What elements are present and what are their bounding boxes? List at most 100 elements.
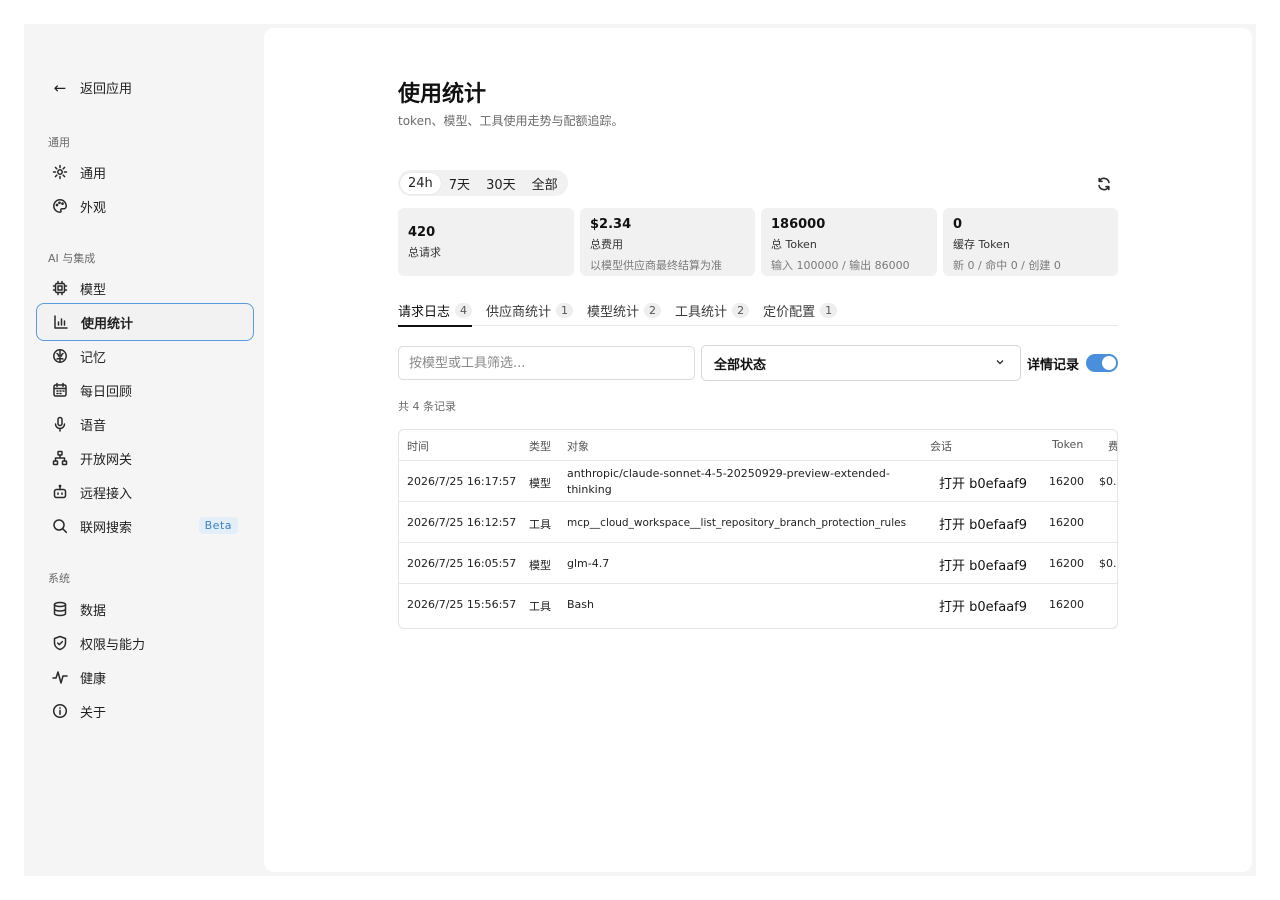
- table-row[interactable]: 2026/7/25 16:05:57 模型 glm-4.7 打开 b0efaaf…: [399, 542, 1117, 583]
- range-tab-24h[interactable]: 24h: [400, 172, 441, 194]
- sidebar-item-memory[interactable]: 记忆: [36, 339, 254, 373]
- request-log-table: 时间 类型 对象 会话 Token 费 2026/7/25 16:17:57 模…: [398, 429, 1118, 629]
- tab-count: 4: [455, 302, 473, 318]
- stat-sub: 以模型供应商最终结算为准: [590, 259, 722, 272]
- status-select[interactable]: 全部状态: [701, 345, 1021, 381]
- sidebar-item-label: 数据: [80, 603, 107, 619]
- sidebar-item-label: 关于: [80, 705, 107, 721]
- range-tab-7d[interactable]: 7天: [441, 171, 478, 196]
- microphone-icon: [52, 416, 68, 432]
- tab-count: 2: [644, 302, 662, 318]
- table-header: 时间 类型 对象 会话 Token 费: [399, 430, 1117, 460]
- info-icon: [52, 703, 68, 719]
- sidebar-item-usage-stats[interactable]: 使用统计: [36, 303, 254, 341]
- session-link[interactable]: 打开 b0efaaf9: [939, 473, 1027, 492]
- col-type: 类型: [529, 440, 551, 453]
- session-link[interactable]: 打开 b0efaaf9: [939, 555, 1027, 574]
- cell-type: 工具: [529, 600, 551, 613]
- cell-token: 16200: [1049, 598, 1084, 611]
- tab-count: 1: [556, 302, 574, 318]
- sidebar-item-data[interactable]: 数据: [36, 592, 254, 626]
- sidebar-item-daily-review[interactable]: 每日回顾: [36, 373, 254, 407]
- sidebar-item-gateway[interactable]: 开放网关: [36, 441, 254, 475]
- tab-label: 工具统计: [675, 304, 728, 320]
- tab-model-stats[interactable]: 模型统计 2: [587, 294, 662, 326]
- time-range-tabs: 24h 7天 30天 全部: [398, 170, 568, 196]
- range-tab-30d[interactable]: 30天: [478, 171, 524, 196]
- stat-total-token: 186000 总 Token 输入 100000 / 输出 86000: [761, 208, 937, 276]
- main-panel: 使用统计 token、模型、工具使用走势与配额追踪。 24h 7天 30天 全部…: [264, 28, 1252, 872]
- back-to-app-button[interactable]: ← 返回应用: [52, 78, 133, 98]
- app-frame: ← 返回应用 通用 通用 外观 AI 与集成 模型 使用统计 记忆 每日回顾 语…: [24, 24, 1256, 876]
- refresh-icon[interactable]: [1096, 176, 1112, 192]
- sidebar-item-health[interactable]: 健康: [36, 660, 254, 694]
- tab-tool-stats[interactable]: 工具统计 2: [675, 294, 750, 326]
- session-link[interactable]: 打开 b0efaaf9: [939, 514, 1027, 533]
- sidebar-item-general[interactable]: 通用: [36, 155, 254, 189]
- pulse-icon: [52, 669, 68, 685]
- cell-time: 2026/7/25 16:17:57: [407, 475, 517, 488]
- col-session: 会话: [930, 440, 952, 453]
- session-link[interactable]: 打开 b0efaaf9: [939, 596, 1027, 615]
- table-row[interactable]: 2026/7/25 16:12:57 工具 mcp__cloud_workspa…: [399, 501, 1117, 542]
- stat-value: $2.34: [590, 217, 632, 232]
- sidebar-item-label: 健康: [80, 671, 107, 687]
- search-icon: [52, 518, 68, 534]
- sidebar-item-label: 权限与能力: [80, 637, 146, 653]
- sidebar-item-web-search[interactable]: 联网搜索 Beta: [36, 509, 254, 543]
- database-icon: [52, 601, 68, 617]
- cell-cost: $0..: [1099, 557, 1118, 570]
- network-icon: [52, 450, 68, 466]
- table-row[interactable]: 2026/7/25 16:17:57 模型 anthropic/claude-s…: [399, 460, 1117, 501]
- col-object: 对象: [567, 440, 589, 453]
- sidebar: ← 返回应用 通用 通用 外观 AI 与集成 模型 使用统计 记忆 每日回顾 语…: [24, 24, 264, 876]
- palette-icon: [52, 198, 68, 214]
- sidebar-item-appearance[interactable]: 外观: [36, 189, 254, 223]
- table-row[interactable]: 2026/7/25 15:56:57 工具 Bash 打开 b0efaaf9 1…: [399, 583, 1117, 624]
- sidebar-item-about[interactable]: 关于: [36, 694, 254, 728]
- page-subtitle: token、模型、工具使用走势与配额追踪。: [398, 114, 624, 128]
- cell-time: 2026/7/25 16:05:57: [407, 557, 517, 570]
- sidebar-item-remote[interactable]: 远程接入: [36, 475, 254, 509]
- col-time: 时间: [407, 440, 429, 453]
- tab-count: 2: [732, 302, 750, 318]
- range-tab-all[interactable]: 全部: [524, 171, 566, 196]
- sidebar-item-label: 开放网关: [80, 452, 133, 468]
- cell-token: 16200: [1049, 557, 1084, 570]
- page-title: 使用统计: [398, 82, 487, 107]
- cell-type: 工具: [529, 518, 551, 531]
- section-tabs: 请求日志 4 供应商统计 1 模型统计 2 工具统计 2 定价配置 1: [398, 294, 1118, 327]
- sidebar-item-voice[interactable]: 语音: [36, 407, 254, 441]
- toggle-knob: [1102, 356, 1116, 370]
- tab-label: 模型统计: [587, 304, 640, 320]
- tab-pricing-config[interactable]: 定价配置 1: [763, 294, 838, 326]
- cell-token: 16200: [1049, 475, 1084, 488]
- cell-object: glm-4.7: [567, 557, 610, 570]
- sidebar-item-label: 每日回顾: [80, 384, 133, 400]
- group-label-general: 通用: [48, 136, 70, 149]
- back-label: 返回应用: [80, 82, 133, 97]
- tab-count: 1: [820, 302, 838, 318]
- sidebar-item-permissions[interactable]: 权限与能力: [36, 626, 254, 660]
- tab-provider-stats[interactable]: 供应商统计 1: [486, 294, 574, 326]
- chevron-down-icon: [994, 356, 1006, 368]
- stat-cache-token: 0 缓存 Token 新 0 / 命中 0 / 创建 0: [943, 208, 1118, 276]
- cell-time: 2026/7/25 15:56:57: [407, 598, 517, 611]
- detail-record-toggle[interactable]: [1086, 354, 1118, 372]
- stat-total-requests: 420 总请求: [398, 208, 574, 276]
- sidebar-item-label: 语音: [80, 418, 107, 434]
- cell-object: mcp__cloud_workspace__list_repository_br…: [567, 517, 907, 529]
- filter-input[interactable]: [398, 346, 695, 380]
- stat-sub: 新 0 / 命中 0 / 创建 0: [953, 259, 1061, 272]
- gear-icon: [52, 164, 68, 180]
- stat-label: 总 Token: [771, 238, 817, 251]
- tab-label: 请求日志: [398, 304, 451, 320]
- tab-request-log[interactable]: 请求日志 4: [398, 294, 473, 327]
- cell-type: 模型: [529, 559, 551, 572]
- detail-record-label: 详情记录: [1027, 358, 1080, 373]
- cell-type: 模型: [529, 477, 551, 490]
- status-select-value: 全部状态: [714, 357, 767, 373]
- stat-total-cost: $2.34 总费用 以模型供应商最终结算为准: [580, 208, 755, 276]
- sidebar-item-models[interactable]: 模型: [36, 271, 254, 305]
- cell-token: 16200: [1049, 516, 1084, 529]
